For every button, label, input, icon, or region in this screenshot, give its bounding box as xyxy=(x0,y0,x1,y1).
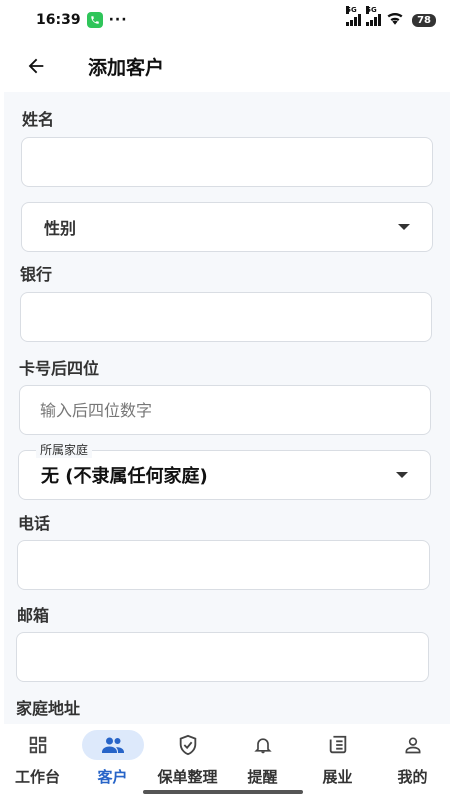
email-field[interactable] xyxy=(16,632,429,682)
app-header: 添加客户 xyxy=(0,40,450,92)
bell-icon xyxy=(253,738,272,754)
form-container[interactable]: 姓名 性别 银行 卡号后四位 无 (不隶属任何家庭) 所属家庭 电话 邮箱 家庭… xyxy=(4,92,450,724)
nav-icon-container xyxy=(157,730,219,760)
nav-label: 提醒 xyxy=(247,768,278,786)
bank-label: 银行 xyxy=(20,265,53,284)
gender-select[interactable]: 性别 xyxy=(21,202,433,252)
card-last-four-field[interactable] xyxy=(19,385,431,435)
phone-icon xyxy=(86,12,103,28)
nav-icon-container xyxy=(307,730,369,760)
nav-item-profile[interactable]: 我的 xyxy=(375,724,450,800)
caret-down-icon xyxy=(396,472,408,478)
status-time: 16:39 xyxy=(36,12,81,28)
nav-icon-container xyxy=(232,730,294,760)
caret-down-icon xyxy=(398,224,410,230)
gender-select-text: 性别 xyxy=(44,219,77,238)
home-indicator[interactable] xyxy=(143,790,303,794)
nav-item-customers[interactable]: 客户 xyxy=(75,724,150,800)
back-button[interactable] xyxy=(16,46,56,86)
arrow-left-icon xyxy=(28,58,44,74)
family-floating-label: 所属家庭 xyxy=(36,441,93,458)
phone-field[interactable] xyxy=(17,540,430,590)
nav-item-policy[interactable]: 保单整理 xyxy=(150,724,225,800)
phone-label: 电话 xyxy=(18,514,51,533)
newspaper-icon xyxy=(329,735,346,754)
shield-check-icon xyxy=(179,734,196,756)
page-title: 添加客户 xyxy=(88,56,165,79)
address-label: 家庭地址 xyxy=(16,699,81,718)
status-bar: 16:39 ··· 5G 5G 78 xyxy=(0,0,450,40)
nav-icon-container xyxy=(81,730,144,760)
bank-field[interactable] xyxy=(20,292,432,342)
wifi-icon xyxy=(386,11,404,29)
person-icon xyxy=(405,737,420,754)
nav-item-reminders[interactable]: 提醒 xyxy=(225,724,300,800)
card-label: 卡号后四位 xyxy=(19,359,100,378)
signal-icon: 5G xyxy=(366,6,382,26)
name-field[interactable] xyxy=(21,137,433,187)
nav-icon-container xyxy=(382,730,444,760)
nav-label: 展业 xyxy=(322,768,353,786)
nav-label: 我的 xyxy=(397,768,428,786)
battery-icon: 78 xyxy=(412,13,436,27)
nav-label: 保单整理 xyxy=(157,768,218,786)
bottom-nav: 工作台 客户 保单整理 提醒 展业 我的 xyxy=(0,724,450,800)
status-more-dots: ··· xyxy=(108,12,128,28)
nav-label: 工作台 xyxy=(14,768,60,786)
signal-icon: 5G xyxy=(346,6,362,26)
nav-label: 客户 xyxy=(97,768,128,786)
name-label: 姓名 xyxy=(22,110,55,129)
nav-item-business[interactable]: 展业 xyxy=(300,724,375,800)
nav-item-workbench[interactable]: 工作台 xyxy=(0,724,75,800)
family-select-value: 无 (不隶属任何家庭) xyxy=(41,466,208,487)
nav-icon-container xyxy=(7,730,69,760)
email-label: 邮箱 xyxy=(17,606,50,625)
dashboard-grid-icon xyxy=(29,736,46,754)
people-icon xyxy=(101,737,124,753)
